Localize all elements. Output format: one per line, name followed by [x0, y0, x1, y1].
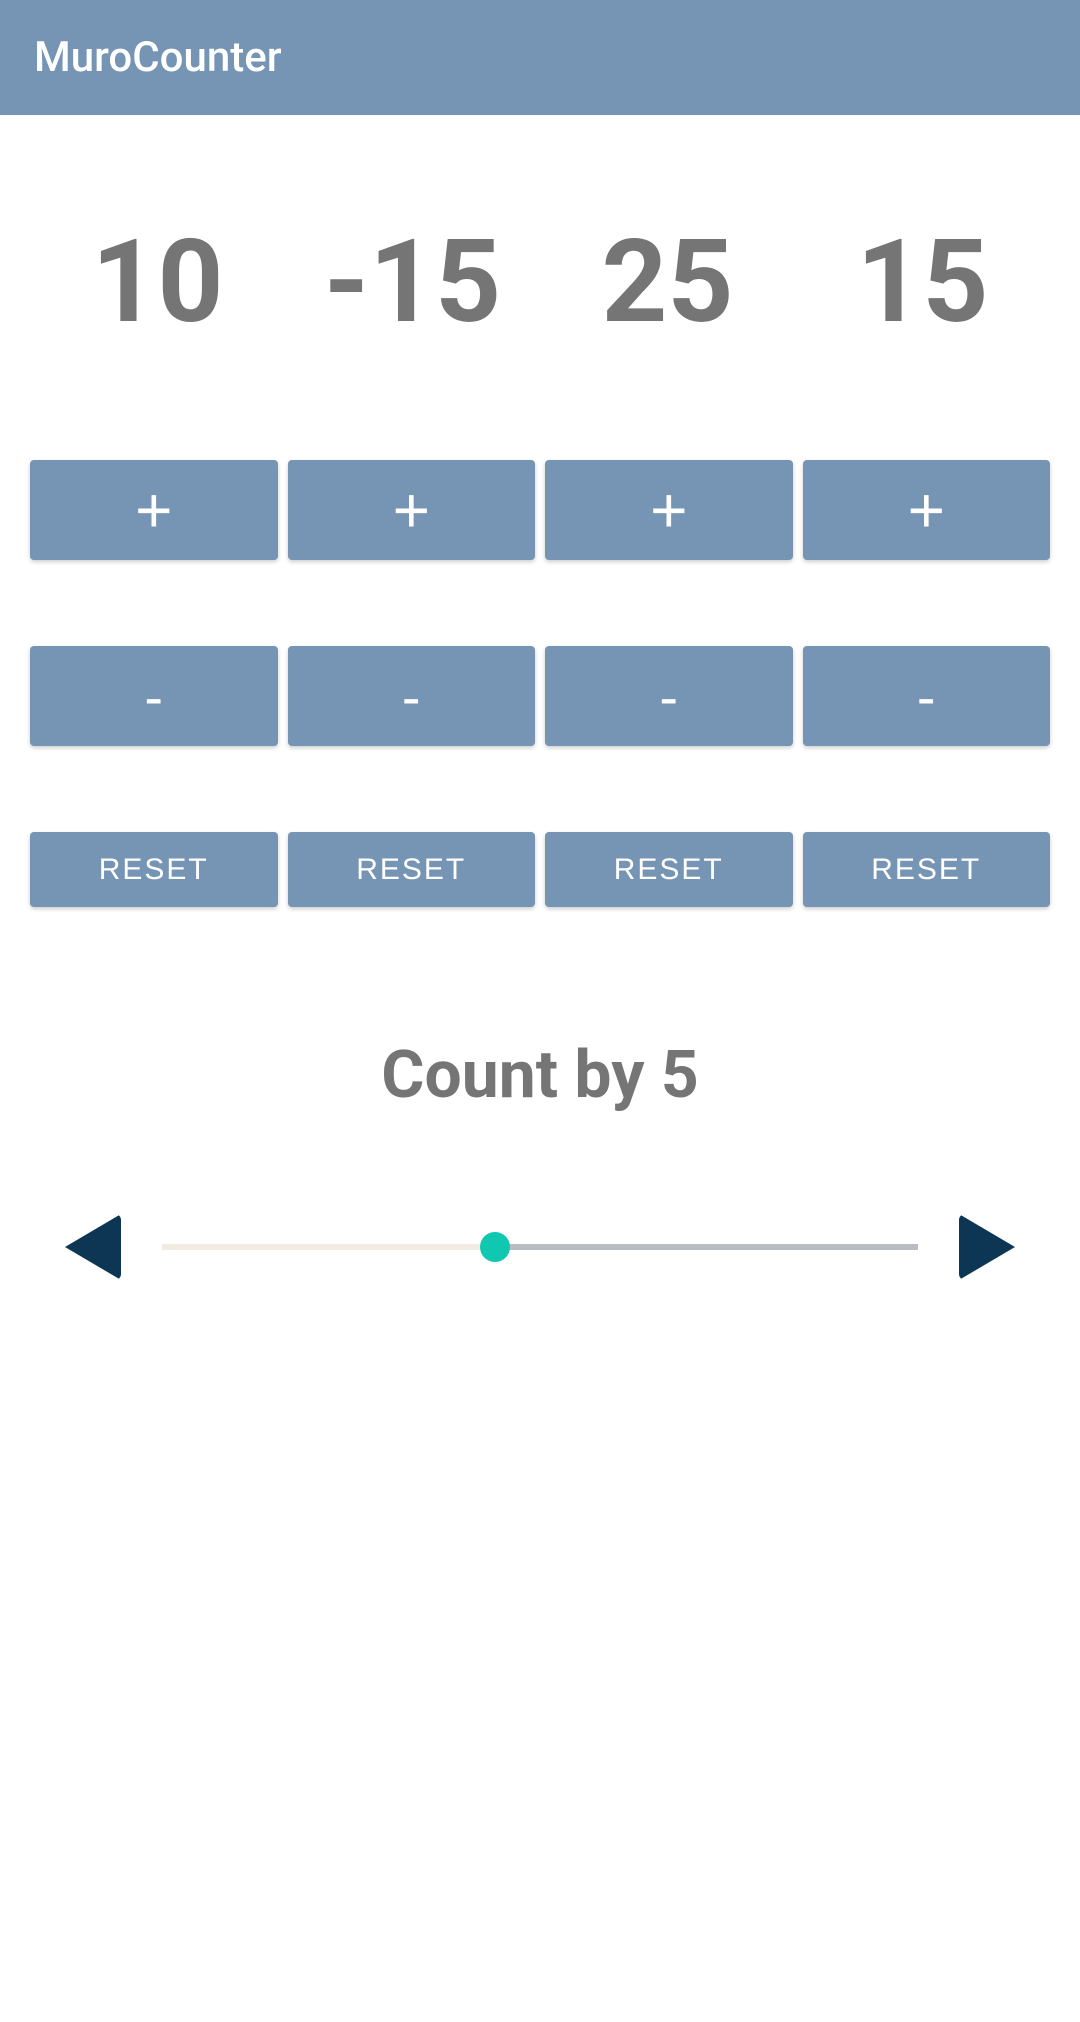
- arrow-left-icon: [65, 1214, 121, 1280]
- app-title: MuroCounter: [34, 33, 282, 82]
- slider-track-rest: [495, 1244, 918, 1250]
- minus-button-1[interactable]: -: [30, 646, 278, 746]
- count-by-label: Count by 5: [30, 1037, 1050, 1114]
- reset-button-3[interactable]: RESET: [545, 832, 793, 907]
- plus-button-3[interactable]: +: [545, 460, 793, 560]
- plus-button-2[interactable]: +: [288, 460, 536, 560]
- arrow-right-icon: [959, 1214, 1015, 1280]
- minus-button-3[interactable]: -: [545, 646, 793, 746]
- minus-button-4[interactable]: -: [803, 646, 1051, 746]
- reset-button-row: RESET RESET RESET RESET: [30, 832, 1050, 907]
- slider-track-fill: [162, 1244, 495, 1250]
- app-bar: MuroCounter: [0, 0, 1080, 115]
- counter-value-3: 25: [540, 215, 795, 350]
- counters-row: 10 -15 25 15: [30, 215, 1050, 350]
- slider-row: [30, 1214, 1050, 1280]
- reset-button-2[interactable]: RESET: [288, 832, 536, 907]
- reset-button-4[interactable]: RESET: [803, 832, 1051, 907]
- step-slider[interactable]: [162, 1244, 918, 1250]
- minus-button-2[interactable]: -: [288, 646, 536, 746]
- slider-thumb[interactable]: [480, 1232, 510, 1262]
- plus-button-1[interactable]: +: [30, 460, 278, 560]
- counter-value-4: 15: [795, 215, 1050, 350]
- reset-button-1[interactable]: RESET: [30, 832, 278, 907]
- increase-step-button[interactable]: [954, 1214, 1020, 1280]
- decrease-step-button[interactable]: [60, 1214, 126, 1280]
- plus-button-4[interactable]: +: [803, 460, 1051, 560]
- plus-button-row: + + + +: [30, 460, 1050, 560]
- counter-value-1: 10: [30, 215, 285, 350]
- minus-button-row: - - - -: [30, 646, 1050, 746]
- main-content: 10 -15 25 15 + + + + - - - - RESET RESET…: [0, 215, 1080, 1280]
- counter-value-2: -15: [285, 215, 540, 350]
